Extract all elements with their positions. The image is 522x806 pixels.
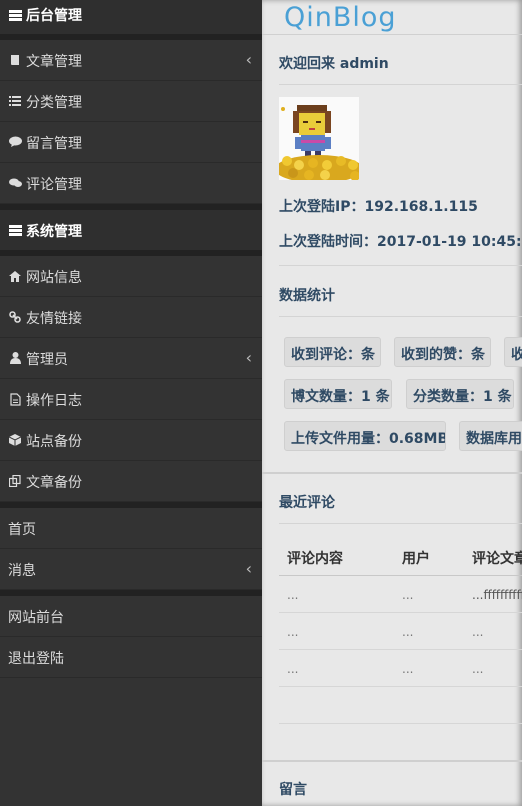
sidebar-item-notifications[interactable]: 消息 ‹: [0, 549, 262, 590]
sidebar-header-label: 后台管理: [26, 8, 82, 24]
comment-icon: [8, 135, 22, 149]
table-header-user: 用户: [402, 551, 430, 567]
avatar: [279, 97, 359, 180]
welcome-text: 欢迎回来 admin: [279, 56, 389, 72]
stat-badge: 收到的赞：条: [394, 337, 491, 367]
table-cell: ...: [287, 662, 299, 676]
chevron-left-icon: ‹: [245, 50, 252, 69]
book-icon: [8, 53, 22, 67]
sidebar-header-label: 系统管理: [26, 224, 82, 240]
sidebar-item-site-info[interactable]: 网站信息: [0, 256, 262, 297]
divider: [279, 612, 522, 613]
site-logo[interactable]: QinBlog: [284, 2, 397, 33]
sidebar-item-label: 退出登陆: [8, 651, 64, 667]
sidebar-item-article-backup[interactable]: 文章备份: [0, 461, 262, 502]
last-login-ip: 上次登陆IP：192.168.1.115: [279, 199, 478, 215]
table-cell: ...: [402, 625, 414, 639]
sidebar-item-categories[interactable]: 分类管理: [0, 81, 262, 122]
divider: [279, 686, 522, 687]
sidebar-item-label: 消息: [8, 563, 36, 579]
divider: [279, 84, 522, 85]
list-icon: [8, 94, 22, 108]
main-content: QinBlog 欢迎回来 admin 上次登陆IP：192.168.1.115 …: [262, 0, 522, 806]
copy-icon: [8, 474, 22, 488]
divider: [279, 575, 522, 576]
divider: [279, 523, 522, 524]
comments-icon: [8, 176, 22, 190]
sidebar-item-frontend[interactable]: 网站前台: [0, 596, 262, 637]
recent-comments-title: 最近评论: [279, 495, 335, 511]
sidebar-item-admins[interactable]: 管理员 ‹: [0, 338, 262, 379]
link-icon: [8, 310, 22, 324]
stat-badge: 收: [504, 337, 522, 367]
user-icon: [8, 351, 22, 365]
table-cell: ...: [402, 588, 414, 602]
sidebar-item-label: 网站前台: [8, 610, 64, 626]
table-cell: ...: [402, 662, 414, 676]
table-header-article: 评论文章: [472, 551, 522, 567]
chevron-left-icon: ‹: [245, 348, 252, 367]
sidebar-item-label: 文章备份: [26, 475, 82, 491]
sidebar-item-label: 站点备份: [26, 434, 82, 450]
divider: [262, 34, 522, 35]
cube-icon: [8, 433, 22, 447]
last-login-time: 上次登陆时间：2017-01-19 10:45:18: [279, 234, 522, 250]
sidebar-item-links[interactable]: 友情链接: [0, 297, 262, 338]
sidebar-item-home[interactable]: 首页: [0, 508, 262, 549]
bars-icon: [8, 223, 22, 237]
sidebar-item-messages[interactable]: 留言管理: [0, 122, 262, 163]
table-cell[interactable]: ...: [472, 625, 483, 639]
sidebar-item-label: 操作日志: [26, 393, 82, 409]
sidebar: 后台管理 文章管理 ‹ 分类管理 留言管理 评论管理 系统管理 网站信息 友情链…: [0, 0, 262, 806]
table-cell[interactable]: ...ffffffffff: [472, 588, 522, 602]
sidebar-item-articles[interactable]: 文章管理 ‹: [0, 40, 262, 81]
bars-icon: [8, 8, 22, 22]
sidebar-header-backend: 后台管理: [0, 0, 262, 35]
stat-badge: 分类数量：1 条: [406, 379, 514, 409]
divider: [279, 316, 522, 317]
sidebar-item-label: 评论管理: [26, 177, 82, 193]
sidebar-header-system: 系统管理: [0, 210, 262, 251]
sidebar-item-label: 留言管理: [26, 136, 82, 152]
sidebar-item-label: 分类管理: [26, 95, 82, 111]
stats-title: 数据统计: [279, 288, 335, 304]
sidebar-item-logout[interactable]: 退出登陆: [0, 637, 262, 678]
sidebar-item-site-backup[interactable]: 站点备份: [0, 420, 262, 461]
sidebar-item-logs[interactable]: 操作日志: [0, 379, 262, 420]
table-cell[interactable]: ...: [472, 662, 483, 676]
divider: [279, 723, 522, 724]
divider: [262, 760, 522, 762]
home-icon: [8, 269, 22, 283]
table-header-content: 评论内容: [287, 551, 343, 567]
sidebar-item-label: 文章管理: [26, 54, 82, 70]
sidebar-item-label: 管理员: [26, 352, 68, 368]
table-cell: ...: [287, 588, 299, 602]
file-icon: [8, 392, 22, 406]
sidebar-item-label: 网站信息: [26, 270, 82, 286]
table-cell: ...: [287, 625, 299, 639]
chevron-left-icon: ‹: [245, 559, 252, 578]
stat-badge: 收到评论：条: [284, 337, 381, 367]
divider: [279, 265, 522, 266]
guestbook-title: 留言: [279, 782, 307, 798]
stat-badge: 上传文件用量：0.68MB: [284, 421, 446, 451]
divider: [262, 472, 522, 474]
sidebar-item-comments[interactable]: 评论管理: [0, 163, 262, 204]
sidebar-item-label: 首页: [8, 522, 36, 538]
divider: [279, 649, 522, 650]
stat-badge: 数据库用: [459, 421, 522, 451]
stat-badge: 博文数量：1 条: [284, 379, 392, 409]
sidebar-item-label: 友情链接: [26, 311, 82, 327]
